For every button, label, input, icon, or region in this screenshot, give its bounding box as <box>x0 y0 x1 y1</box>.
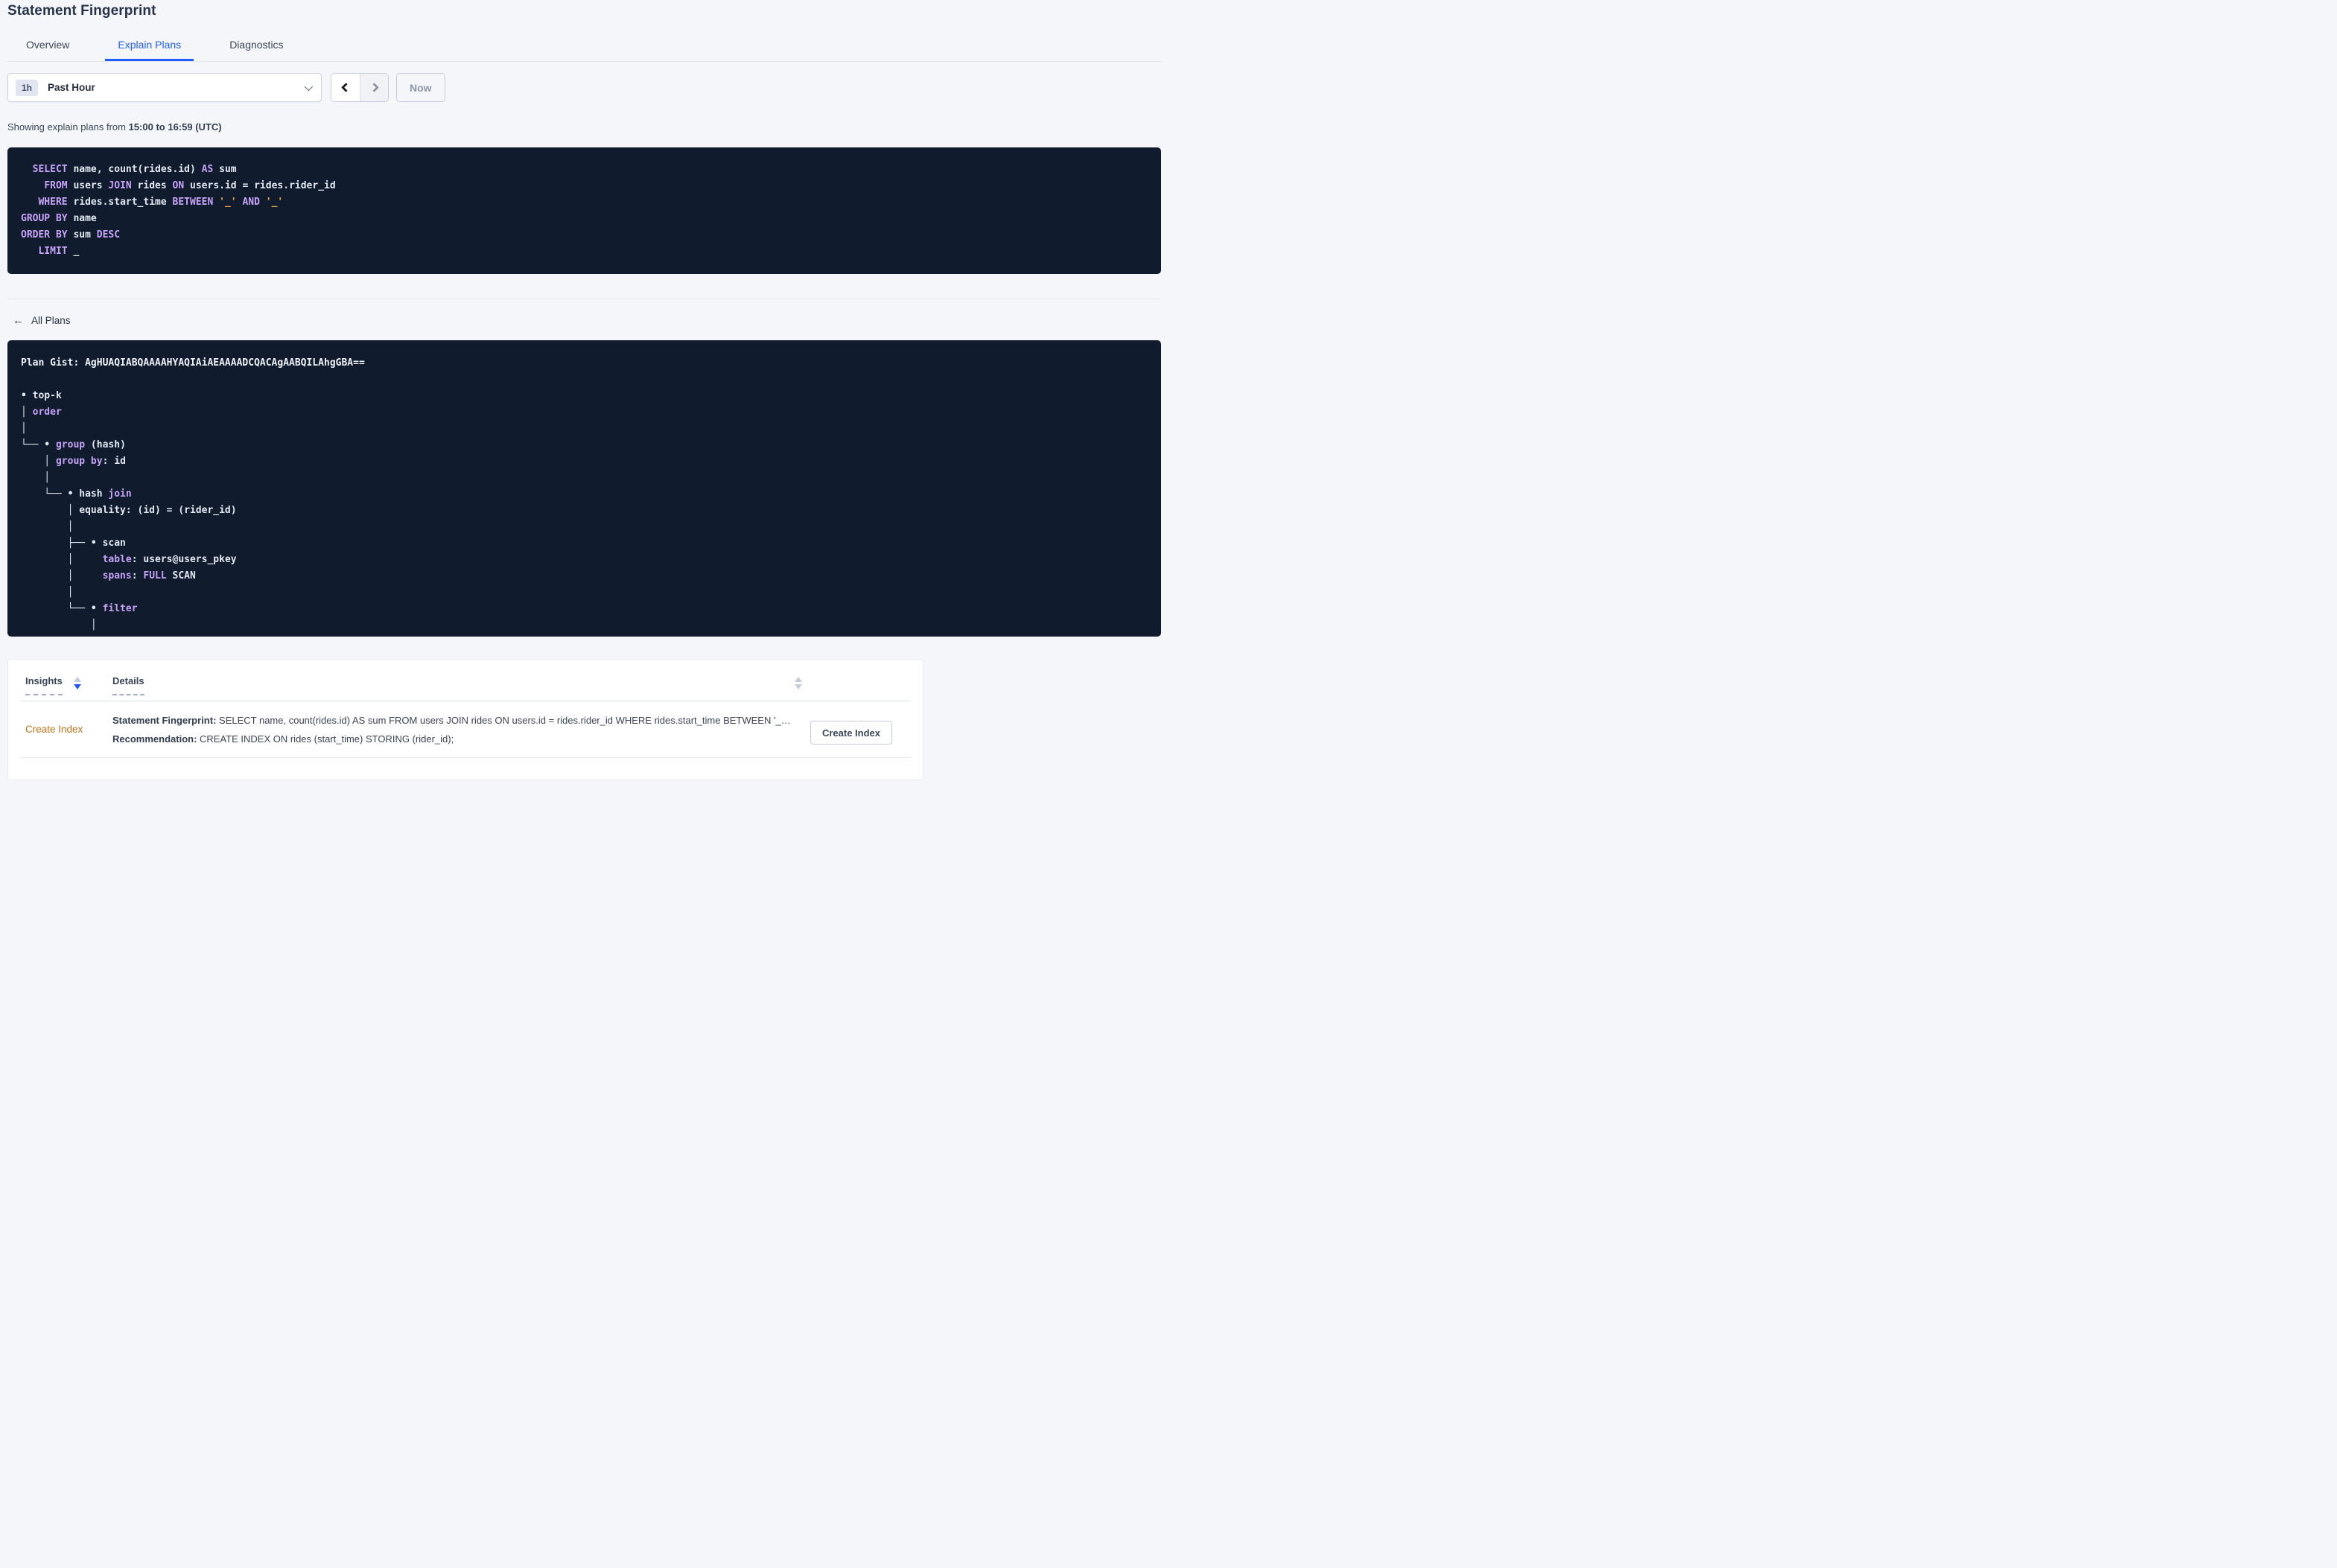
time-controls: 1h Past Hour Now <box>7 73 1161 102</box>
chevron-right-icon <box>369 83 379 92</box>
interval-badge: 1h <box>16 79 39 96</box>
sql-statement-box: SELECT name, count(rides.id) AS sum FROM… <box>7 147 1161 274</box>
statement-fingerprint-label: Statement Fingerprint: <box>112 715 217 726</box>
now-button[interactable]: Now <box>396 73 445 102</box>
prev-time-button[interactable] <box>331 74 360 101</box>
back-arrow-icon: ← <box>13 313 24 327</box>
next-time-button[interactable] <box>360 74 388 101</box>
sql-statement-code: SELECT name, count(rides.id) AS sum FROM… <box>21 164 336 257</box>
sort-details-icon[interactable] <box>795 677 802 689</box>
chevron-down-icon <box>304 82 314 91</box>
plan-gist-box: Plan Gist: AgHUAQIABQAAAAHYAQIAiAEAAAADC… <box>7 340 1161 637</box>
plan-gist-line: Plan Gist: AgHUAQIABQAAAAHYAQIAiAEAAAADC… <box>21 357 365 369</box>
back-to-all-plans-link[interactable]: ← All Plans <box>7 313 89 327</box>
column-header-details: Details <box>112 675 144 695</box>
tab-diagnostics[interactable]: Diagnostics <box>217 30 296 61</box>
statement-fingerprint-page: Statement Fingerprint Overview Explain P… <box>0 0 1168 784</box>
sort-desc-icon <box>795 684 802 689</box>
tab-bar: Overview Explain Plans Diagnostics <box>7 30 1161 62</box>
recommendation-text: CREATE INDEX ON rides (start_time) STORI… <box>197 733 454 745</box>
showing-prefix: Showing explain plans from <box>7 121 129 133</box>
sort-insights-icon[interactable] <box>73 677 81 695</box>
insights-header-label[interactable]: Insights <box>25 675 63 695</box>
showing-range-text: Showing explain plans from 15:00 to 16:5… <box>7 121 1161 133</box>
insights-table-header: Insights Details <box>8 660 923 695</box>
sort-asc-icon <box>795 677 802 682</box>
create-index-button[interactable]: Create Index <box>810 721 892 745</box>
insight-type-cell: Create Index <box>25 724 83 735</box>
tab-overview[interactable]: Overview <box>13 30 82 61</box>
all-plans-label: All Plans <box>31 315 71 326</box>
column-header-insights: Insights <box>25 675 112 695</box>
row-divider <box>20 757 911 758</box>
page-title: Statement Fingerprint <box>7 3 156 19</box>
tab-explain-plans[interactable]: Explain Plans <box>105 30 194 61</box>
time-range-select[interactable]: 1h Past Hour <box>7 73 322 102</box>
recommendation-line: Recommendation: CREATE INDEX ON rides (s… <box>112 730 813 748</box>
time-pager <box>331 73 389 102</box>
insights-table: Insights Details Create Index Statement … <box>7 659 923 780</box>
recommendation-label: Recommendation: <box>112 733 197 745</box>
table-row: Create Index Statement Fingerprint: SELE… <box>8 701 923 748</box>
insight-details-cell: Statement Fingerprint: SELECT name, coun… <box>112 711 813 748</box>
sort-desc-icon <box>73 684 81 689</box>
time-range-label: Past Hour <box>48 82 95 93</box>
plan-tree: • top-k │ order │ └── • group (hash) │ grou… <box>21 390 237 631</box>
statement-fingerprint-text: SELECT name, count(rides.id) AS sum FROM… <box>216 715 791 726</box>
chevron-left-icon <box>340 83 351 92</box>
sort-asc-icon <box>73 677 81 682</box>
showing-range-value: 15:00 to 16:59 (UTC) <box>128 121 222 133</box>
details-header-label[interactable]: Details <box>112 675 144 695</box>
statement-fingerprint-line: Statement Fingerprint: SELECT name, coun… <box>112 711 813 730</box>
